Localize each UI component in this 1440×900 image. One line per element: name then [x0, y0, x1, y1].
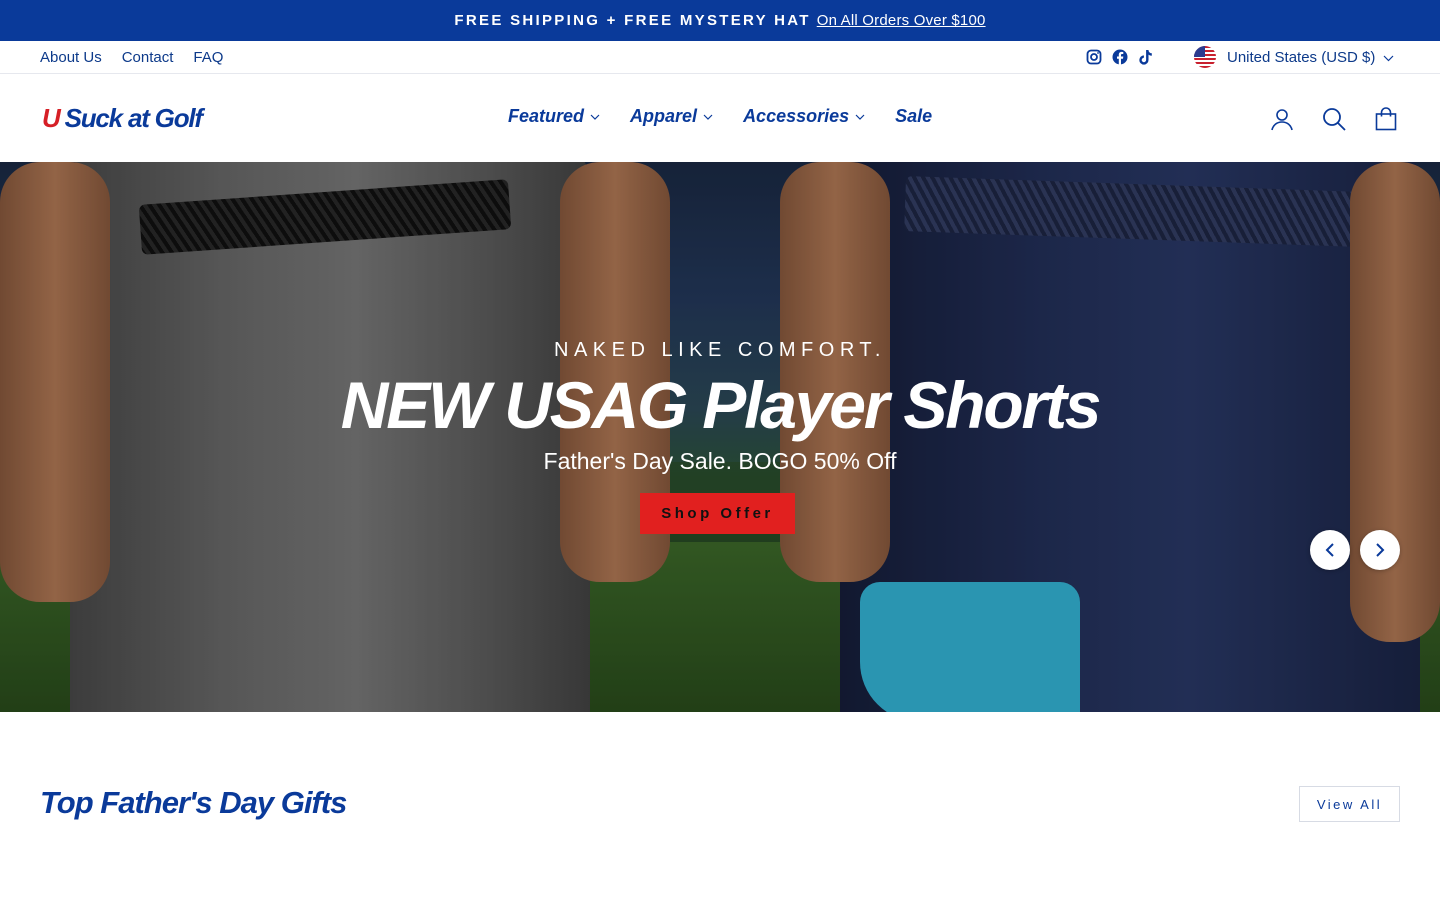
- chevron-down-icon: [590, 114, 600, 120]
- main-nav: Featured Apparel Accessories Sale: [508, 106, 962, 127]
- utility-links: About Us Contact FAQ: [40, 41, 223, 74]
- contact-link[interactable]: Contact: [122, 49, 174, 66]
- hero-headline: NEW USAG Player Shorts: [340, 368, 1102, 442]
- nav-accessories[interactable]: Accessories: [743, 106, 865, 127]
- nav-sale[interactable]: Sale: [895, 106, 932, 127]
- nav-featured-label: Featured: [508, 106, 585, 126]
- currency-selector[interactable]: United States (USD $): [1194, 46, 1394, 68]
- instagram-icon[interactable]: [1085, 48, 1102, 65]
- announcement-link[interactable]: On All Orders Over $100: [817, 12, 986, 29]
- hero-subline: Father's Day Sale. BOGO 50% Off: [543, 448, 897, 474]
- nav-featured[interactable]: Featured: [508, 106, 600, 127]
- chevron-right-icon: [1376, 543, 1385, 557]
- announcement-bar: FREE SHIPPING + FREE MYSTERY HAT On All …: [0, 0, 1440, 41]
- social-links: [1085, 48, 1154, 65]
- hero-eyebrow: NAKED LIKE COMFORT.: [554, 339, 886, 361]
- us-flag-icon: [1194, 46, 1216, 68]
- about-us-link[interactable]: About Us: [40, 49, 102, 66]
- nav-apparel-label: Apparel: [630, 106, 698, 126]
- faq-link[interactable]: FAQ: [193, 49, 223, 66]
- nav-accessories-label: Accessories: [743, 106, 850, 126]
- chevron-down-icon: [703, 114, 713, 120]
- search-icon[interactable]: [1321, 106, 1347, 132]
- site-logo[interactable]: U Suck at Golf: [42, 103, 203, 134]
- nav-sale-label: Sale: [895, 106, 933, 126]
- tiktok-icon[interactable]: [1137, 48, 1154, 65]
- hero-banner: NAKED LIKE COMFORT. NEW USAG Player Shor…: [0, 162, 1440, 712]
- nav-apparel[interactable]: Apparel: [630, 106, 713, 127]
- account-icon[interactable]: [1269, 106, 1295, 132]
- currency-label: United States (USD $): [1227, 48, 1376, 66]
- chevron-down-icon: [1383, 49, 1394, 66]
- slider-next-button[interactable]: [1360, 530, 1400, 570]
- facebook-icon[interactable]: [1111, 48, 1128, 65]
- logo-text: Suck at Golf: [64, 103, 203, 133]
- cart-icon[interactable]: [1373, 106, 1399, 132]
- view-all-button[interactable]: View All: [1299, 786, 1400, 822]
- chevron-left-icon: [1325, 543, 1334, 557]
- slider-prev-button[interactable]: [1310, 530, 1350, 570]
- shop-offer-button[interactable]: Shop Offer: [640, 493, 795, 534]
- hero-content: NAKED LIKE COMFORT. NEW USAG Player Shor…: [0, 162, 1440, 712]
- logo-u: U: [42, 103, 61, 133]
- section-title: Top Father's Day Gifts: [40, 785, 347, 820]
- utility-bar: About Us Contact FAQ United States (USD …: [0, 41, 1440, 74]
- announcement-text: FREE SHIPPING + FREE MYSTERY HAT: [454, 12, 811, 29]
- site-header: U Suck at Golf Featured Apparel Accessori…: [0, 74, 1440, 162]
- chevron-down-icon: [855, 114, 865, 120]
